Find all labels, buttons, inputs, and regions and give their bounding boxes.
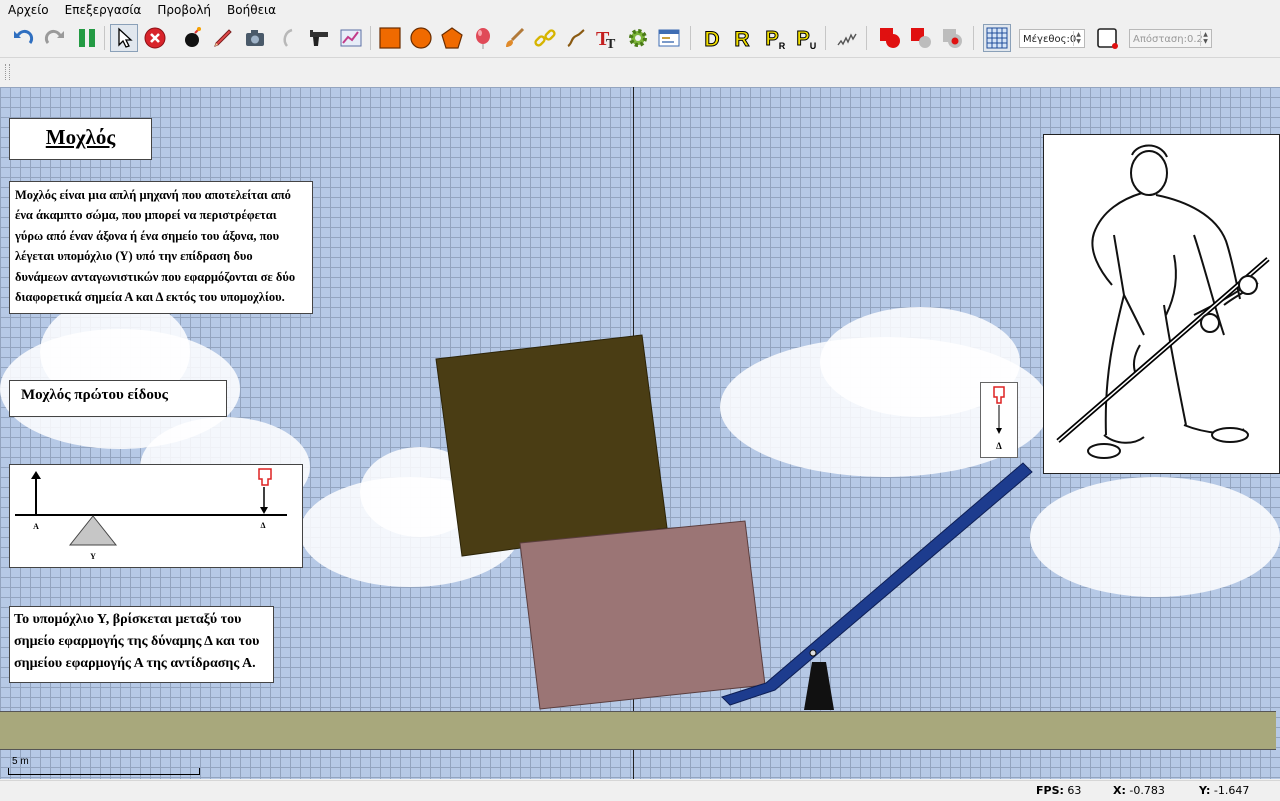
svg-text:R: R <box>779 41 786 50</box>
graph-icon[interactable] <box>338 25 364 51</box>
balloon-icon[interactable] <box>470 25 496 51</box>
simulation-canvas[interactable]: Μοχλός Μοχλός είναι μια απλή μηχανή που … <box>0 87 1280 779</box>
select-pointer-icon[interactable] <box>110 24 138 52</box>
fps-value: 63 <box>1067 784 1082 797</box>
box-shape-icon[interactable] <box>377 25 403 51</box>
scale-bar <box>8 768 200 775</box>
delete-icon[interactable] <box>142 25 168 51</box>
zigzag-icon[interactable] <box>834 25 860 51</box>
merge-shapes-icon[interactable] <box>877 25 903 51</box>
distance-spinner-value: Απόσταση:0.2 <box>1133 34 1203 45</box>
r-letter-button[interactable]: R <box>729 25 755 51</box>
menu-view[interactable]: Προβολή <box>149 0 219 20</box>
y-value: -1.647 <box>1213 784 1250 797</box>
pr-letter-button[interactable]: PR <box>761 25 787 51</box>
redo-icon[interactable] <box>42 25 68 51</box>
hand-icon <box>993 386 1005 404</box>
status-bar: FPS: 63 X: -0.783 Y: -1.647 <box>0 780 1280 801</box>
fps-readout: FPS: 63 <box>1036 784 1081 797</box>
undo-icon[interactable] <box>10 25 36 51</box>
hinge-joint-icon[interactable] <box>809 649 817 657</box>
toolbar-grip[interactable] <box>5 64 10 80</box>
camera-icon[interactable] <box>242 25 268 51</box>
fulcrum-triangle[interactable] <box>804 662 834 710</box>
x-label: X: <box>1113 784 1126 797</box>
lever-bar[interactable] <box>721 462 1033 706</box>
secondary-toolbar <box>0 58 1280 86</box>
main-toolbar: TT D R PR PU Μέγεθος:0 ▲ ▼ Απόσταση:0.2 … <box>0 21 1280 58</box>
text-tool-icon[interactable]: TT <box>594 25 620 51</box>
svg-text:T: T <box>606 37 616 50</box>
d-letter-button[interactable]: D <box>699 25 725 51</box>
distance-spinner[interactable]: Απόσταση:0.2 ▲ ▼ <box>1129 29 1212 48</box>
y-coordinate-readout: Y: -1.647 <box>1199 784 1249 797</box>
svg-text:R: R <box>734 28 749 50</box>
x-coordinate-readout: X: -0.783 <box>1113 784 1165 797</box>
size-spinner-value: Μέγεθος:0 <box>1023 34 1077 45</box>
brush-icon[interactable] <box>501 25 527 51</box>
svg-text:D: D <box>704 28 719 50</box>
force-label-panel[interactable]: Δ <box>980 382 1018 458</box>
worker-with-lever-icon <box>1056 144 1270 459</box>
circle-shape-icon[interactable] <box>408 25 434 51</box>
pause-icon[interactable] <box>74 25 100 51</box>
snap-toggle-icon[interactable] <box>1094 25 1120 51</box>
spring-icon[interactable] <box>563 25 589 51</box>
size-spinner[interactable]: Μέγεθος:0 ▲ ▼ <box>1019 29 1085 48</box>
svg-text:P: P <box>796 28 809 50</box>
chain-link-icon[interactable] <box>532 25 558 51</box>
svg-text:U: U <box>810 41 817 50</box>
gun-icon[interactable] <box>306 25 332 51</box>
bomb-icon[interactable] <box>178 25 204 51</box>
rope-icon[interactable] <box>274 25 300 51</box>
menu-file[interactable]: Αρχείο <box>0 0 57 20</box>
force-label: Δ <box>996 441 1002 451</box>
grid-toggle-icon[interactable] <box>983 24 1011 52</box>
menu-edit[interactable]: Επεξεργασία <box>57 0 150 20</box>
subtract-shapes-icon[interactable] <box>908 25 934 51</box>
ground[interactable] <box>0 711 1276 750</box>
y-label: Y: <box>1199 784 1211 797</box>
worker-illustration <box>1043 134 1280 474</box>
intersect-shapes-icon[interactable] <box>939 25 965 51</box>
spinner-arrows-icon[interactable]: ▲ ▼ <box>1073 31 1083 46</box>
menu-bar: Αρχείο Επεξεργασία Προβολή Βοήθεια <box>0 0 1280 20</box>
polygon-shape-icon[interactable] <box>439 25 465 51</box>
dark-box[interactable] <box>435 334 668 557</box>
svg-text:P: P <box>765 28 778 50</box>
force-down-arrowhead-icon <box>996 428 1002 434</box>
menu-help[interactable]: Βοήθεια <box>219 0 284 20</box>
spinner-arrows-icon[interactable]: ▲ ▼ <box>1200 31 1210 46</box>
pu-letter-button[interactable]: PU <box>792 25 818 51</box>
fps-label: FPS: <box>1036 784 1064 797</box>
properties-window-icon[interactable] <box>656 25 682 51</box>
pink-box[interactable] <box>519 520 766 710</box>
x-value: -0.783 <box>1129 784 1165 797</box>
scale-label: 5 m <box>12 756 29 767</box>
pencil-icon[interactable] <box>210 25 236 51</box>
gear-icon[interactable] <box>625 25 651 51</box>
